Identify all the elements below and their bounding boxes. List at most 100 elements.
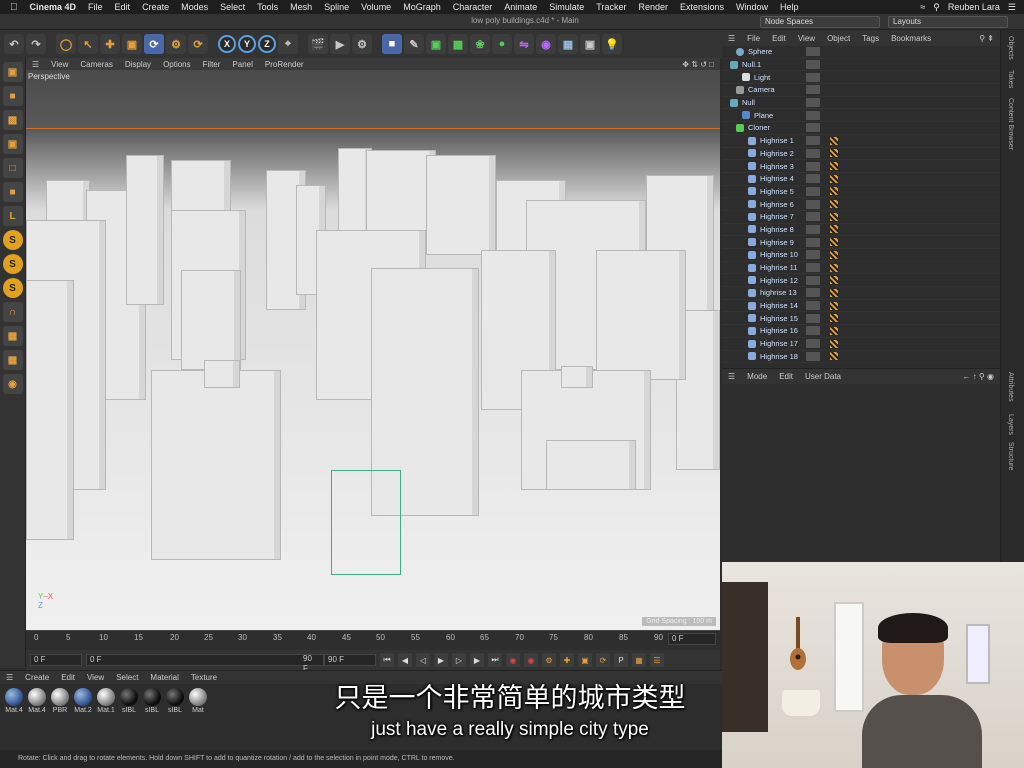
object-row[interactable]: Highrise 1 — [722, 135, 1000, 148]
axis-z-button[interactable]: Z — [258, 35, 276, 53]
transform-icon[interactable]: ⟳ — [188, 34, 208, 54]
menu-spline[interactable]: Spline — [318, 2, 355, 12]
snap-settings-icon[interactable]: S — [2, 254, 23, 274]
preview-max-field[interactable]: 90 F — [300, 654, 320, 673]
go-to-end-icon[interactable]: ⏭ — [488, 653, 502, 667]
key-rotation-icon[interactable]: ⟳ — [596, 653, 610, 667]
end-frame-field[interactable]: 90 F — [324, 654, 376, 666]
rotate-icon[interactable]: ⟳ — [144, 34, 164, 54]
visibility-flags[interactable] — [806, 85, 820, 95]
material-tag-icon[interactable] — [830, 200, 838, 209]
visibility-flags[interactable] — [806, 60, 820, 70]
material-tag-icon[interactable] — [830, 288, 838, 297]
key-position-icon[interactable]: ✚ — [560, 653, 574, 667]
make-editable-icon[interactable]: ▣ — [2, 62, 23, 82]
start-frame-field[interactable]: 0 F — [30, 654, 82, 666]
render-view-icon[interactable]: 🎬 — [308, 34, 328, 54]
node-spaces-select[interactable]: Node Spaces — [760, 16, 880, 28]
material-menu-select[interactable]: Select — [110, 673, 144, 682]
deformer-icon[interactable]: ⇋ — [514, 34, 534, 54]
live-selection-icon[interactable]: ◯ — [56, 34, 76, 54]
material-swatch[interactable]: Mat.4 — [4, 688, 24, 746]
menu-simulate[interactable]: Simulate — [543, 2, 590, 12]
edges-mode-icon[interactable]: □ — [2, 158, 23, 178]
object-row[interactable]: Sphere — [722, 46, 1000, 59]
visibility-flags[interactable] — [806, 72, 820, 82]
material-tag-icon[interactable] — [830, 225, 838, 234]
user-name[interactable]: Reuben Lara — [948, 2, 1000, 12]
menu-file[interactable]: File — [82, 2, 109, 12]
object-row[interactable]: Null.1 — [722, 59, 1000, 72]
pen-icon[interactable]: ✎ — [404, 34, 424, 54]
material-swatch[interactable]: Mat.2 — [73, 688, 93, 746]
autokey-icon[interactable]: ◉ — [524, 653, 538, 667]
material-tag-icon[interactable] — [830, 238, 838, 247]
light-icon[interactable]: 💡 — [602, 34, 622, 54]
material-tag-icon[interactable] — [830, 212, 838, 221]
object-row[interactable]: Highrise 18 — [722, 351, 1000, 364]
material-menu-icon[interactable]: ☰ — [0, 673, 19, 682]
model-mode-icon[interactable]: ■ — [2, 86, 23, 106]
material-menu-material[interactable]: Material — [144, 673, 184, 682]
magnet-icon[interactable]: ∩ — [2, 302, 23, 322]
object-row[interactable]: Light — [722, 71, 1000, 85]
texture-mode-icon[interactable]: ▩ — [2, 110, 23, 130]
snap-icon[interactable]: S — [2, 230, 23, 250]
object-menu-file[interactable]: File — [741, 34, 766, 43]
axis-mode-icon[interactable]: L — [2, 206, 23, 226]
object-row[interactable]: highrise 13 — [722, 287, 1000, 300]
material-tag-icon[interactable] — [830, 187, 838, 196]
extrude-icon[interactable]: ▩ — [448, 34, 468, 54]
viewport-menu-view[interactable]: View — [45, 60, 74, 69]
object-row[interactable]: Highrise 14 — [722, 300, 1000, 313]
preview-min-field[interactable]: 0 F — [86, 654, 324, 666]
field-icon[interactable]: ◉ — [536, 34, 556, 54]
mograph-icon[interactable]: ● — [492, 34, 512, 54]
visibility-flags[interactable] — [806, 351, 820, 361]
object-search-icon[interactable]: ⚲ ⇞ — [973, 34, 1000, 43]
material-tag-icon[interactable] — [830, 174, 838, 183]
workplane-snap-icon[interactable]: S — [2, 278, 23, 298]
object-row[interactable]: Highrise 5 — [722, 186, 1000, 199]
move-icon[interactable]: ✚ — [100, 34, 120, 54]
object-row[interactable]: Highrise 17 — [722, 338, 1000, 351]
attributes-menu-icon[interactable]: ☰ — [722, 372, 741, 381]
object-row[interactable]: Highrise 6 — [722, 198, 1000, 211]
prev-key-icon[interactable]: ◀ — [398, 653, 412, 667]
material-tag-icon[interactable] — [830, 263, 838, 272]
render-settings-icon[interactable]: ⚙ — [352, 34, 372, 54]
workplane-icon[interactable]: ▦ — [2, 326, 23, 346]
visibility-flags[interactable] — [806, 301, 820, 311]
object-row[interactable]: Camera — [722, 84, 1000, 97]
select-icon[interactable]: ↖ — [78, 34, 98, 54]
visibility-flags[interactable] — [806, 275, 820, 285]
timeline-ruler[interactable]: 0 5 10 15 20 25 30 35 40 45 50 55 60 65 … — [26, 630, 720, 650]
material-menu-create[interactable]: Create — [19, 673, 55, 682]
attributes-menu-mode[interactable]: Mode — [741, 372, 773, 381]
visibility-flags[interactable] — [806, 98, 820, 108]
object-menu-bookmarks[interactable]: Bookmarks — [885, 34, 937, 43]
visibility-flags[interactable] — [806, 186, 820, 196]
visibility-flags[interactable] — [806, 288, 820, 298]
render-picture-viewer-icon[interactable]: ▶ — [330, 34, 350, 54]
material-tag-icon[interactable] — [830, 326, 838, 335]
viewport-menu-prorender[interactable]: ProRender — [259, 60, 310, 69]
visibility-flags[interactable] — [806, 237, 820, 247]
material-swatch[interactable]: Mat.4 — [27, 688, 47, 746]
visibility-flags[interactable] — [806, 47, 820, 57]
recent-tools-icon[interactable]: ⚙ — [166, 34, 186, 54]
attributes-menu-user-data[interactable]: User Data — [799, 372, 847, 381]
material-tag-icon[interactable] — [830, 162, 838, 171]
menu-select[interactable]: Select — [214, 2, 251, 12]
subdivision-icon[interactable]: ▣ — [426, 34, 446, 54]
material-swatch[interactable]: Mat — [188, 688, 208, 746]
visibility-flags[interactable] — [806, 148, 820, 158]
locked-workplane-icon[interactable]: ◉ — [2, 374, 23, 394]
viewport-menu-options[interactable]: Options — [157, 60, 197, 69]
next-key-icon[interactable]: ▶ — [470, 653, 484, 667]
material-menu-view[interactable]: View — [81, 673, 110, 682]
key-parameter-icon[interactable]: P — [614, 653, 628, 667]
visibility-flags[interactable] — [806, 339, 820, 349]
material-swatch[interactable]: sIBL — [165, 688, 185, 746]
visibility-flags[interactable] — [806, 174, 820, 184]
